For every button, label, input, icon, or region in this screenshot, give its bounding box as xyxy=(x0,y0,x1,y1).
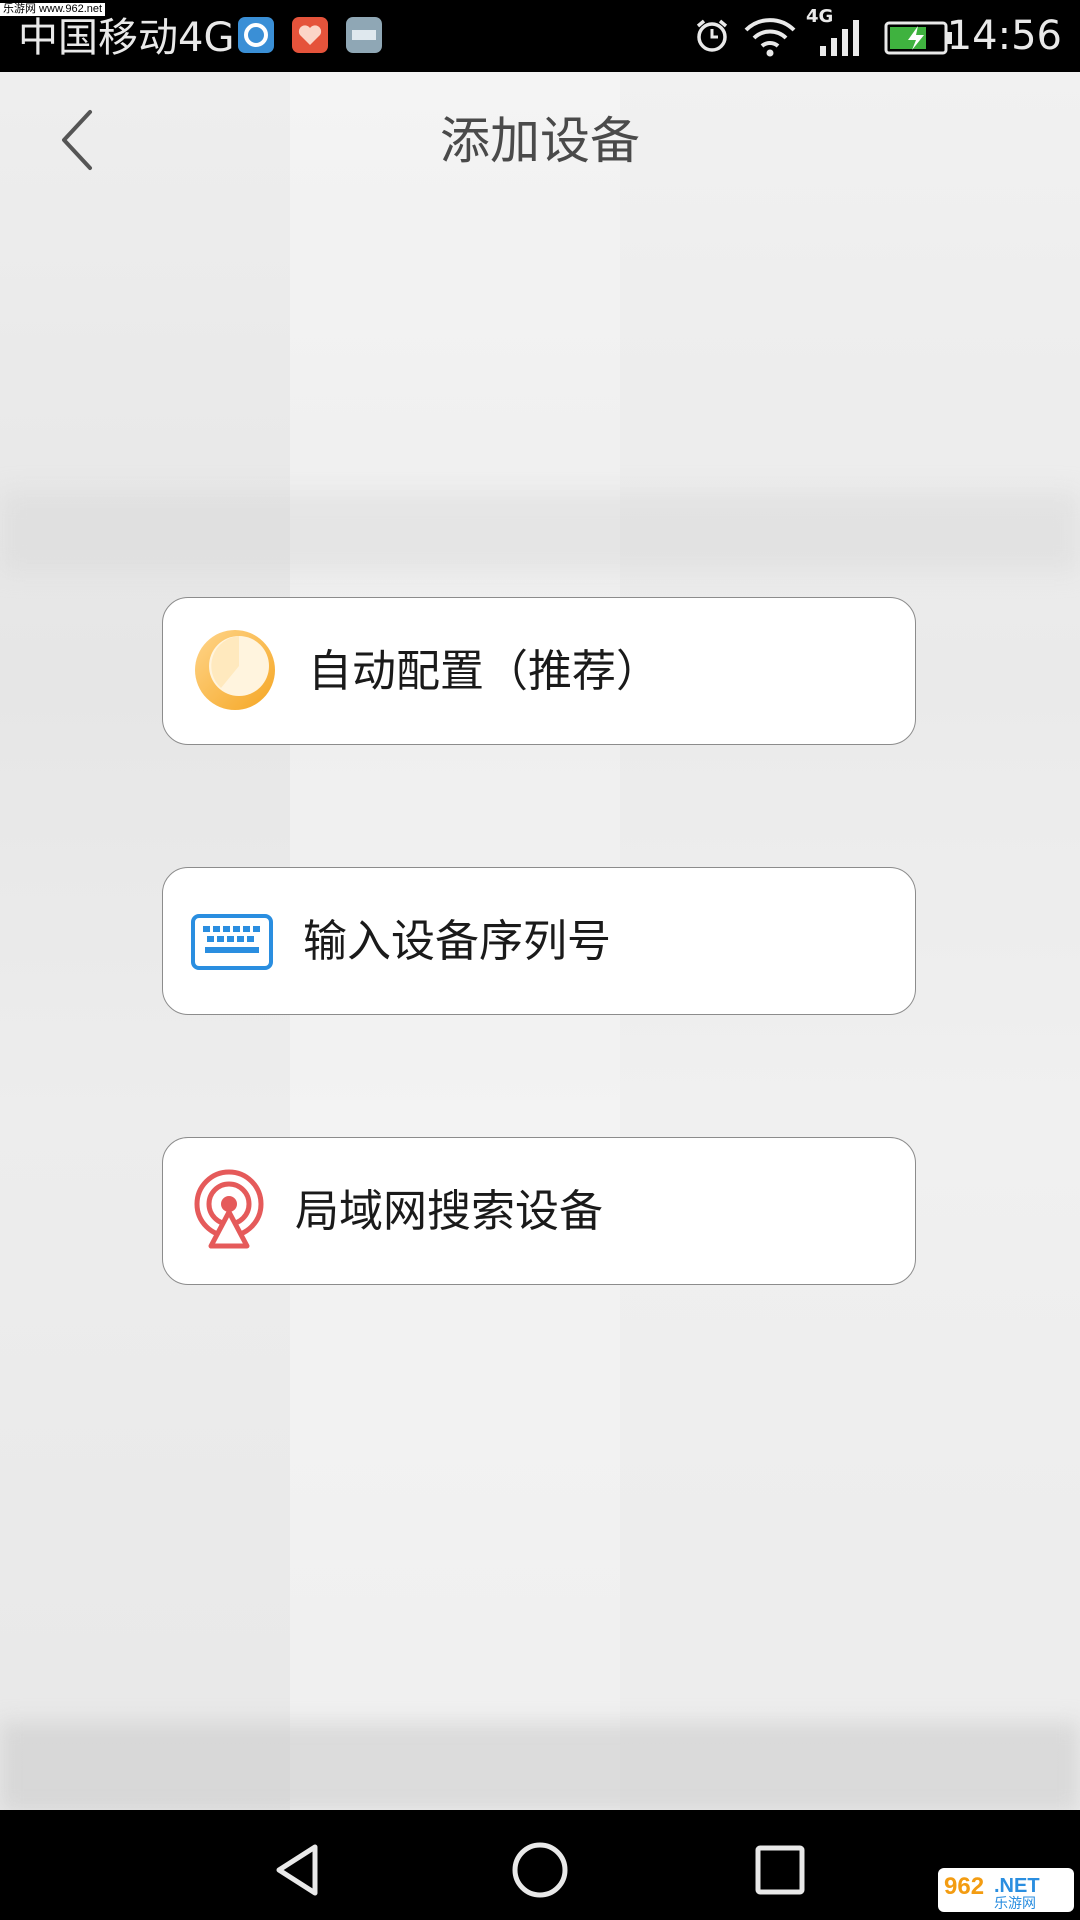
status-bar: 乐游网 www.962.net 中国移动4G 4G 14:56 xyxy=(0,0,1080,72)
serial-number-option[interactable]: 输入设备序列号 xyxy=(162,867,916,1015)
option-label: 输入设备序列号 xyxy=(303,916,611,967)
lan-search-icon xyxy=(194,1169,264,1249)
vota-app-icon xyxy=(346,17,382,53)
nav-recent-button[interactable] xyxy=(745,1835,815,1905)
wifi-icon xyxy=(744,18,796,57)
svg-text:962: 962 xyxy=(944,1873,984,1900)
keyboard-icon xyxy=(191,914,273,970)
nav-back-icon xyxy=(276,1844,318,1896)
svg-text:.NET: .NET xyxy=(994,1875,1040,1897)
background-blur xyxy=(0,1722,1080,1810)
health-app-icon xyxy=(292,17,328,53)
signal-icon xyxy=(820,20,859,56)
alarm-icon xyxy=(696,19,728,52)
option-label: 局域网搜索设备 xyxy=(295,1186,603,1237)
background-blur xyxy=(0,492,1080,572)
clock: 14:56 xyxy=(946,13,1062,59)
auto-config-icon xyxy=(195,630,275,710)
lan-search-option[interactable]: 局域网搜索设备 xyxy=(162,1137,916,1285)
nav-home-icon xyxy=(512,1842,568,1898)
auto-config-option[interactable]: 自动配置（推荐） xyxy=(162,597,916,745)
option-label: 自动配置（推荐） xyxy=(308,646,660,697)
battery-charging-icon xyxy=(884,21,952,55)
watermark-logo: 962 .NET 乐游网 xyxy=(938,1868,1074,1912)
nav-back-button[interactable] xyxy=(265,1835,335,1905)
carrier-name: 中国移动4G xyxy=(18,15,235,61)
navigation-bar: 962 .NET 乐游网 xyxy=(0,1810,1080,1920)
browser-app-icon xyxy=(238,17,274,53)
nav-recent-icon xyxy=(755,1845,805,1895)
svg-text:乐游网: 乐游网 xyxy=(994,1896,1036,1912)
nav-home-button[interactable] xyxy=(505,1835,575,1905)
page-title: 添加设备 xyxy=(440,112,640,170)
